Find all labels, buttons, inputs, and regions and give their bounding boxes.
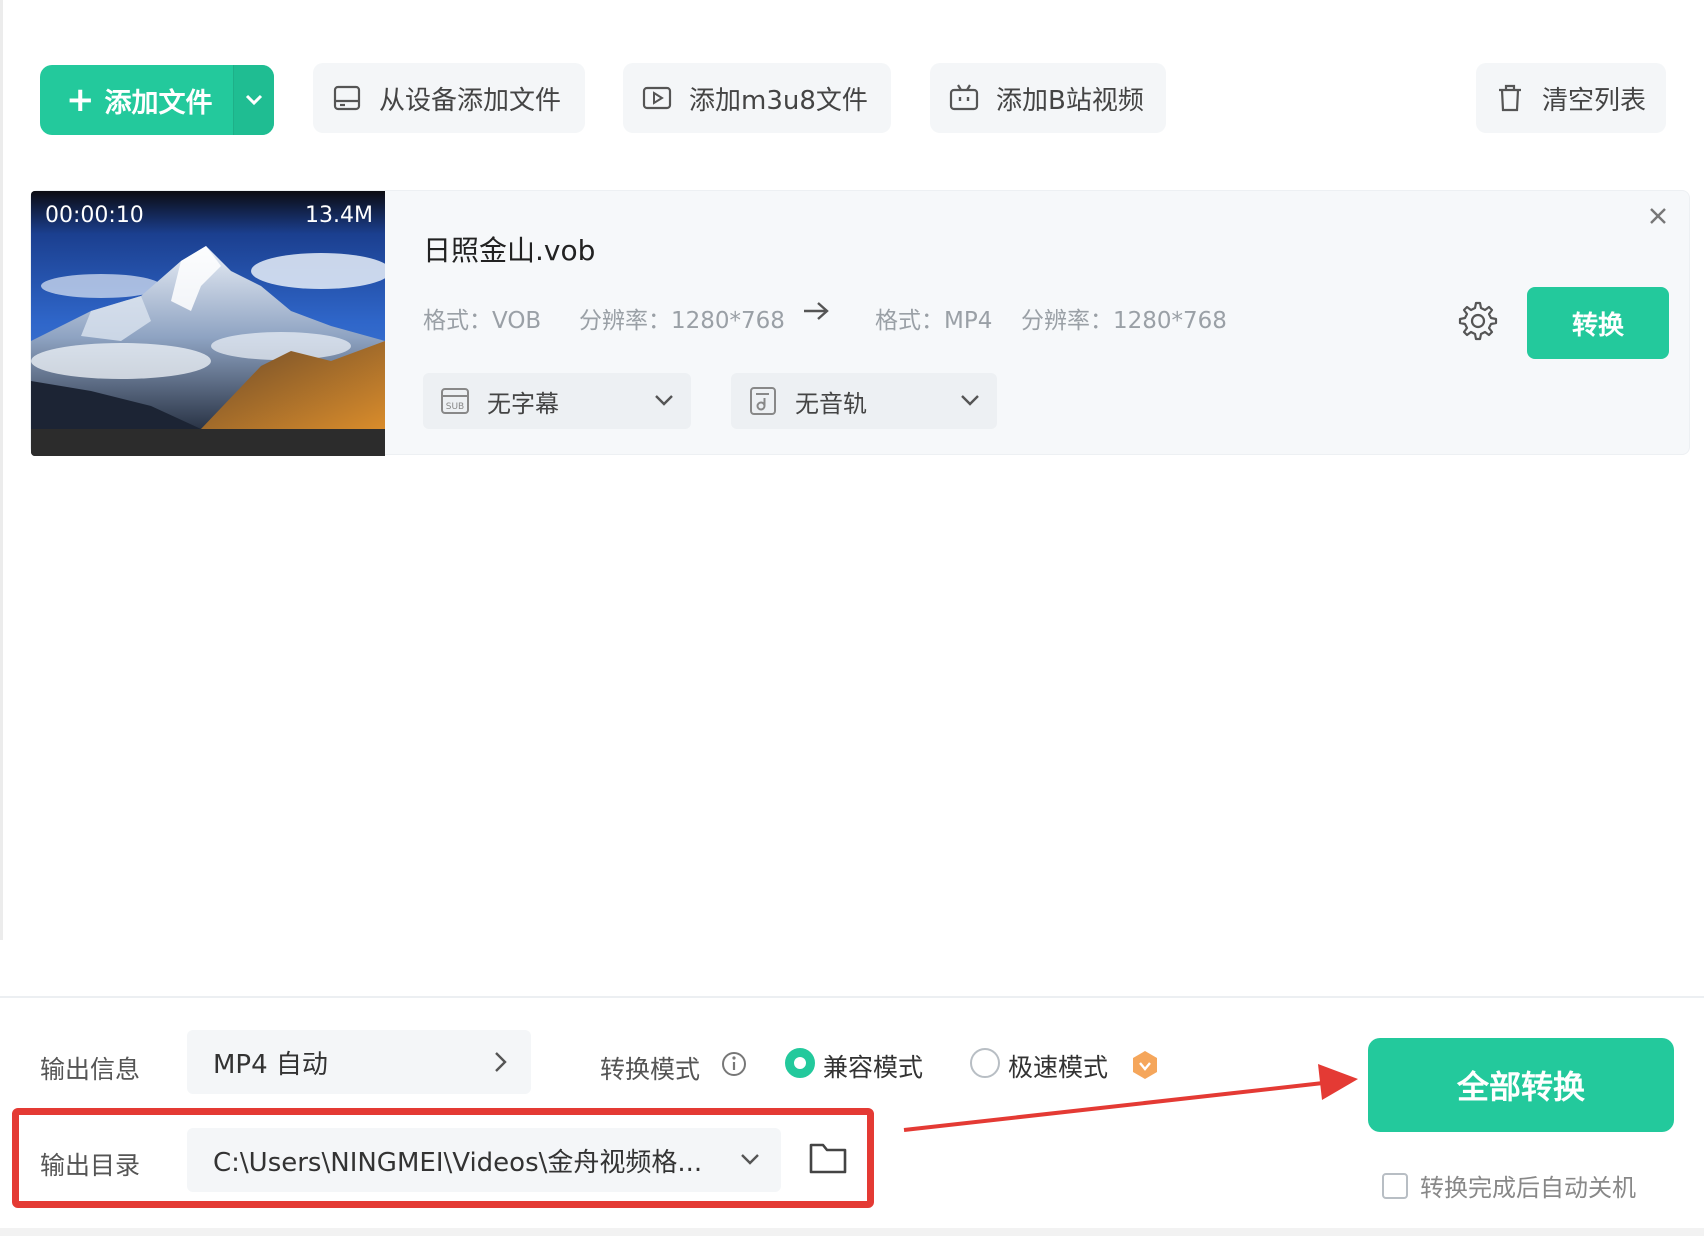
compatible-mode-radio[interactable]	[785, 1048, 815, 1078]
chevron-down-icon	[655, 395, 673, 406]
convert-button[interactable]: 转换	[1527, 287, 1669, 359]
subtitle-select-value: 无字幕	[487, 389, 559, 418]
target-format: 格式：MP4	[875, 308, 993, 334]
output-info-value: MP4 自动	[213, 1049, 328, 1080]
chevron-down-icon	[961, 395, 979, 406]
source-format: 格式：VOB	[423, 308, 542, 334]
fast-mode-radio[interactable]	[970, 1048, 1000, 1078]
close-icon[interactable]	[1647, 205, 1669, 227]
subtitle-select[interactable]: SUB 无字幕	[423, 373, 691, 429]
subtitle-icon: SUB	[441, 388, 469, 414]
arrow-right-icon	[804, 302, 829, 320]
tv-icon	[949, 84, 979, 111]
trash-icon	[1499, 84, 1521, 112]
add-m3u8-button[interactable]: 添加m3u8文件	[623, 63, 891, 133]
convert-mode-label: 转换模式	[600, 1055, 701, 1084]
file-name: 日照金山.vob	[423, 234, 596, 267]
target-resolution: 分辨率：1280*768	[1021, 308, 1227, 334]
plus-icon: +	[66, 80, 95, 120]
clear-list-label: 清空列表	[1542, 85, 1647, 116]
mountain-thumbnail-image	[31, 191, 385, 456]
auto-shutdown-label: 转换完成后自动关机	[1420, 1174, 1636, 1202]
chevron-right-icon	[495, 1052, 507, 1072]
source-resolution: 分辨率：1280*768	[579, 308, 785, 334]
audio-track-icon	[750, 387, 776, 415]
audio-track-select[interactable]: 无音轨	[731, 373, 997, 429]
audio-track-select-value: 无音轨	[795, 389, 867, 418]
video-size: 13.4M	[305, 203, 373, 228]
add-from-device-label: 从设备添加文件	[379, 85, 562, 116]
window-bottom-edge	[0, 1228, 1704, 1236]
add-from-device-button[interactable]: 从设备添加文件	[313, 63, 585, 133]
output-info-label: 输出信息	[40, 1055, 141, 1084]
info-icon[interactable]	[720, 1050, 748, 1078]
file-card: 00:00:10 13.4M 日照金山.vob 格式：VOB 分辨率：1280*…	[30, 190, 1690, 456]
auto-shutdown-checkbox[interactable]	[1382, 1172, 1408, 1199]
toolbar: + 添加文件 从设备添加文件 添加m3u8文件 添加B站视频 清空列表	[0, 0, 1704, 150]
svg-text:SUB: SUB	[446, 402, 464, 412]
add-file-button[interactable]: + 添加文件	[40, 65, 233, 135]
convert-all-button[interactable]: 全部转换	[1368, 1038, 1674, 1132]
clear-list-button[interactable]: 清空列表	[1476, 63, 1666, 133]
add-bilibili-label: 添加B站视频	[996, 85, 1144, 116]
auto-shutdown-option[interactable]: 转换完成后自动关机	[1382, 1168, 1636, 1203]
output-info-selector[interactable]: MP4 自动	[187, 1030, 531, 1094]
vip-badge-icon	[1133, 1051, 1157, 1079]
video-play-icon	[642, 86, 672, 110]
bottom-divider	[0, 996, 1704, 998]
compatible-mode-label[interactable]: 兼容模式	[823, 1048, 923, 1084]
video-thumbnail[interactable]: 00:00:10 13.4M	[31, 191, 385, 456]
gear-icon[interactable]	[1458, 301, 1498, 341]
add-file-label: 添加文件	[104, 87, 213, 119]
video-duration: 00:00:10	[45, 203, 144, 228]
drive-icon	[333, 85, 361, 111]
add-file-button-group: + 添加文件	[40, 65, 274, 135]
add-bilibili-button[interactable]: 添加B站视频	[930, 63, 1166, 133]
add-m3u8-label: 添加m3u8文件	[689, 85, 868, 116]
fast-mode-label[interactable]: 极速模式	[1008, 1048, 1108, 1084]
output-dir-highlight-annotation	[12, 1108, 874, 1208]
chevron-down-icon	[245, 94, 263, 106]
add-file-dropdown[interactable]	[234, 65, 274, 135]
